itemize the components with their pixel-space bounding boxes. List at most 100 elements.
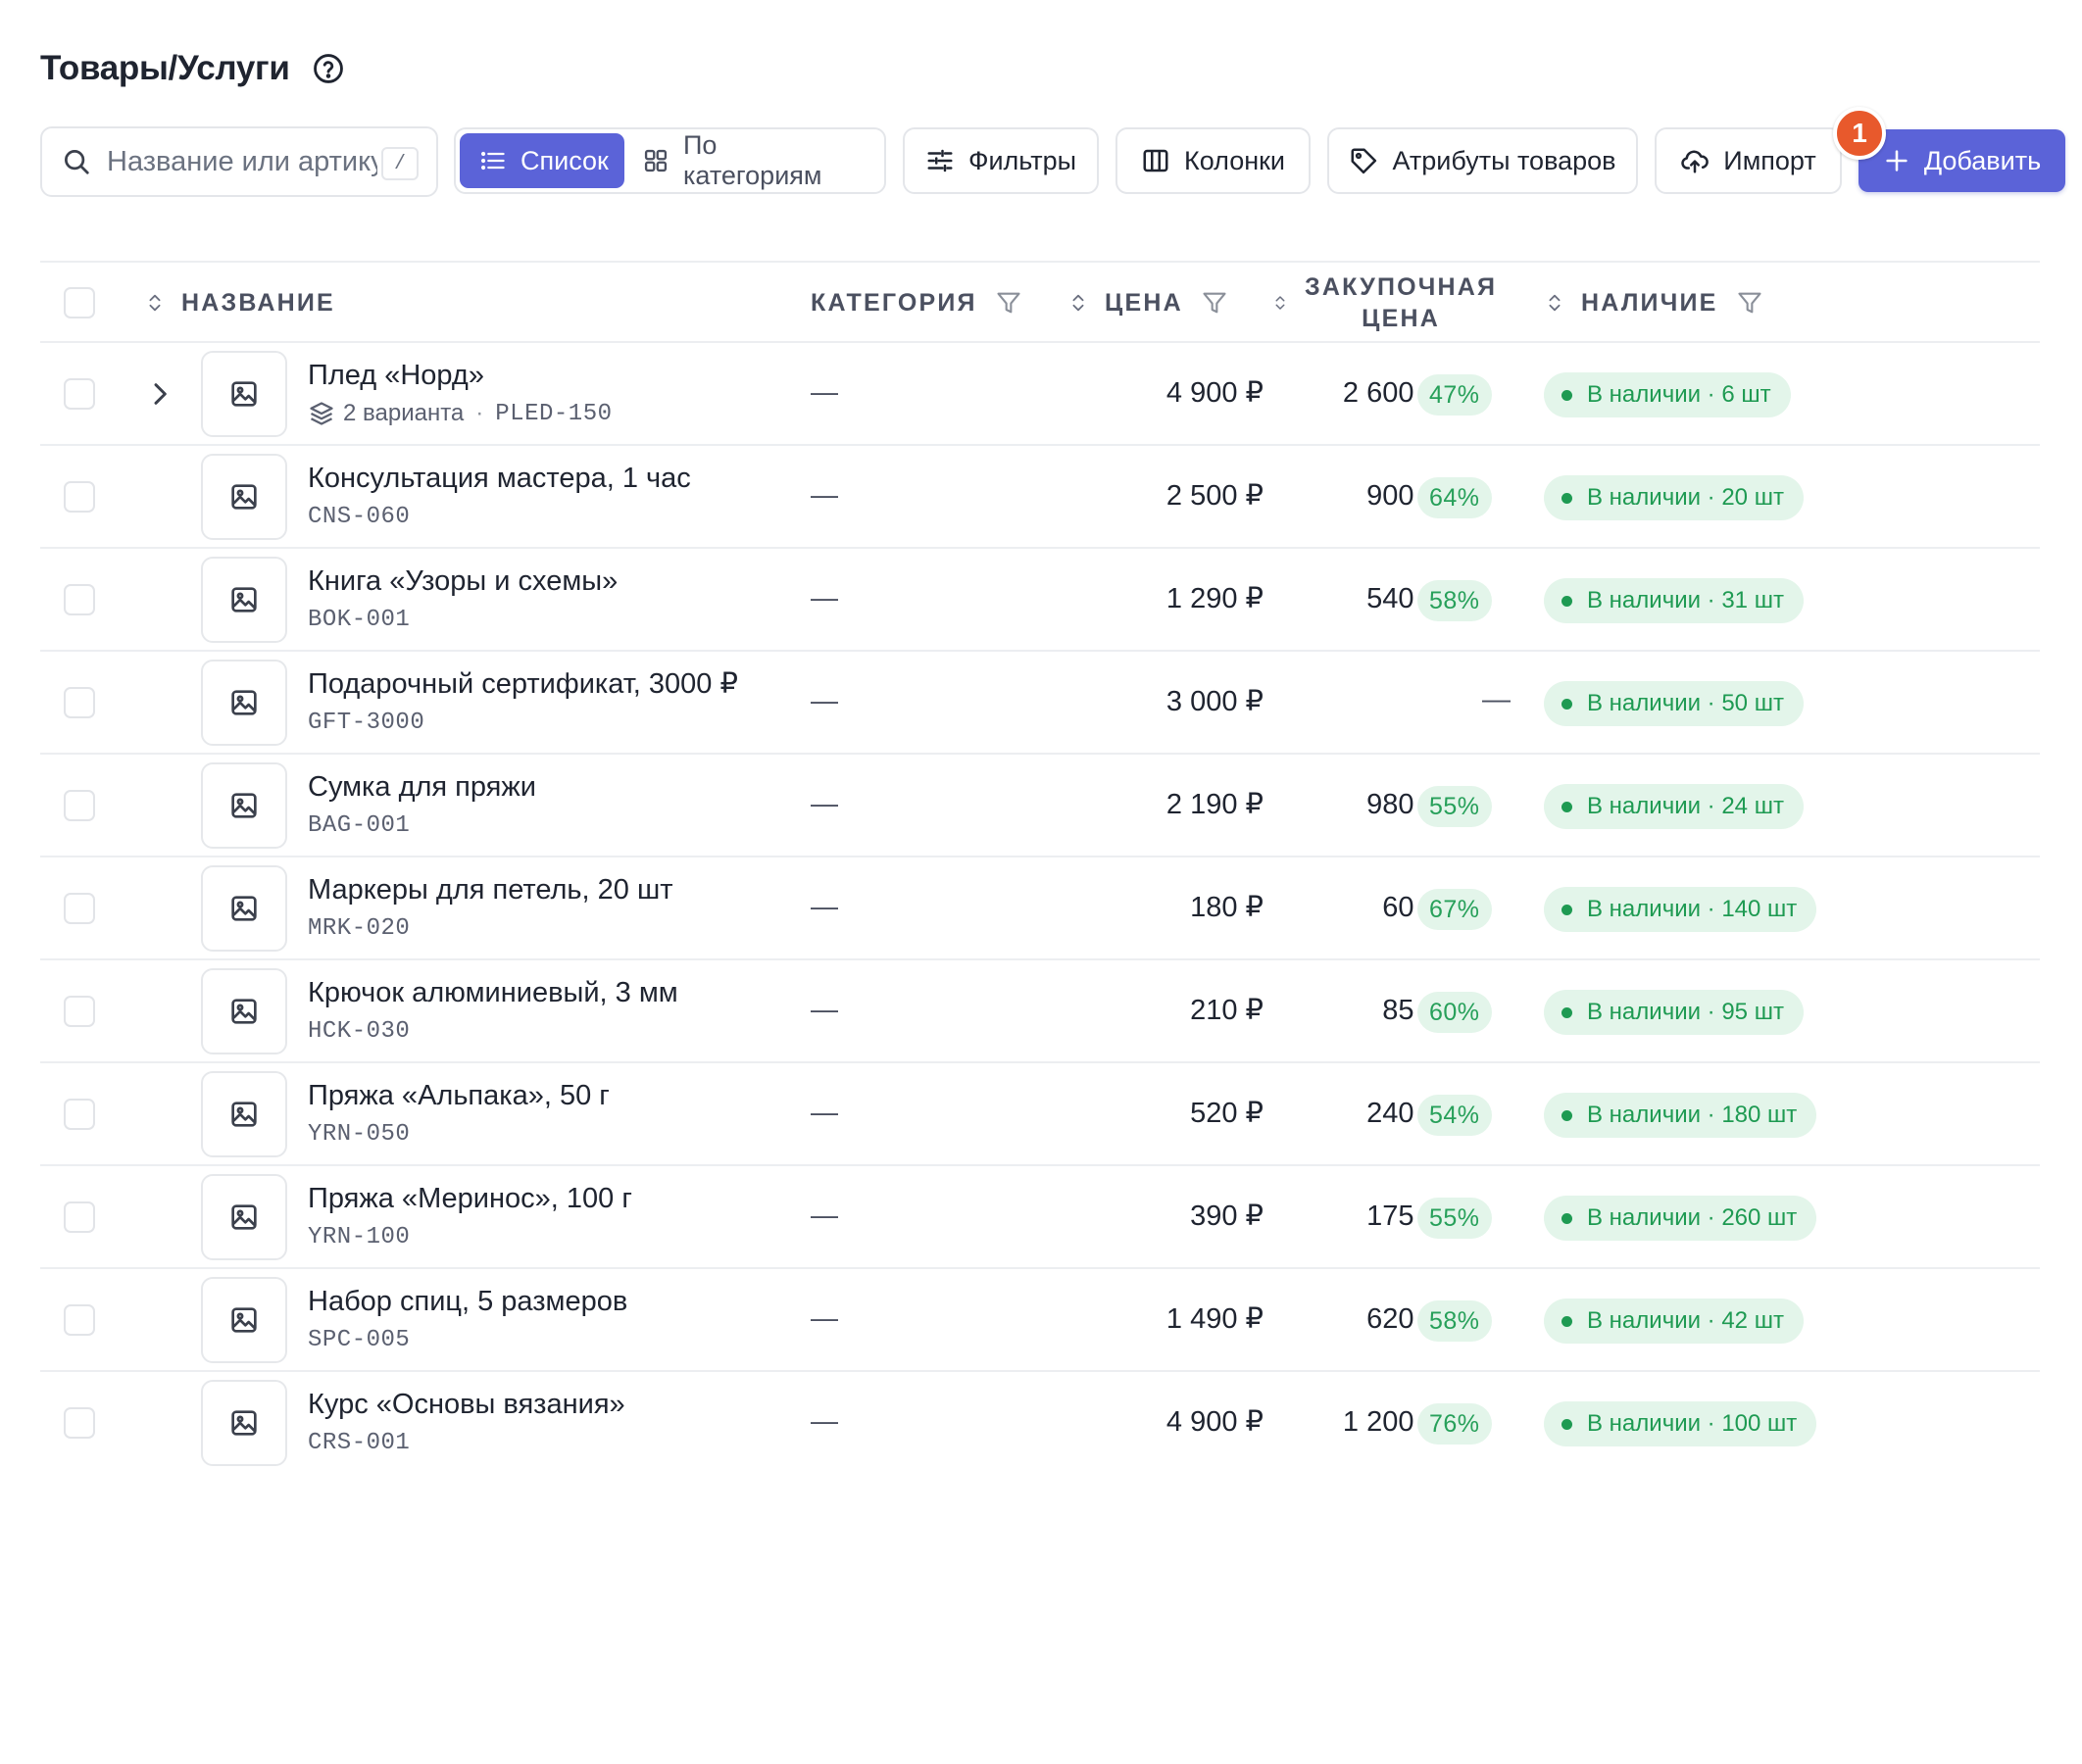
margin-badge: 58%	[1417, 580, 1492, 621]
product-subline: 2 варианта · PLED-150	[308, 398, 613, 429]
row-checkbox[interactable]	[64, 1304, 95, 1336]
view-categories-button[interactable]: По категориям	[624, 130, 880, 190]
help-icon[interactable]	[312, 52, 345, 85]
product-subline: BAG-001	[308, 809, 536, 841]
funnel-icon[interactable]	[995, 289, 1022, 317]
margin-badge: 55%	[1417, 786, 1492, 827]
product-subline: CNS-060	[308, 501, 691, 532]
row-checkbox[interactable]	[64, 687, 95, 718]
add-button[interactable]: Добавить	[1859, 129, 2065, 192]
row-checkbox[interactable]	[64, 893, 95, 924]
product-name[interactable]: Курс «Основы вязания»	[308, 1386, 625, 1423]
product-name-block: Подарочный сертификат, 3000 ₽ GFT-3000	[308, 665, 738, 738]
row-checkbox[interactable]	[64, 1201, 95, 1233]
row-checkbox[interactable]	[64, 378, 95, 410]
row-checkbox[interactable]	[64, 481, 95, 513]
product-subline: CRS-001	[308, 1427, 625, 1458]
product-thumbnail[interactable]	[201, 762, 287, 849]
column-header-price[interactable]: ЦЕНА	[1067, 263, 1228, 343]
row-checkbox[interactable]	[64, 1099, 95, 1130]
row-checkbox[interactable]	[64, 584, 95, 615]
table-row[interactable]: Маркеры для петель, 20 шт MRK-020 — 180 …	[40, 858, 2040, 960]
product-name[interactable]: Пряжа «Меринос», 100 г	[308, 1180, 632, 1217]
margin-badge: 64%	[1417, 477, 1492, 518]
image-icon	[231, 690, 257, 715]
funnel-icon[interactable]	[1736, 289, 1763, 317]
product-name[interactable]: Пряжа «Альпака», 50 г	[308, 1077, 610, 1114]
stock-label: В наличии · 24 шт	[1587, 793, 1784, 819]
product-thumbnail[interactable]	[201, 454, 287, 540]
product-price: 2 500 ₽	[1165, 480, 1264, 512]
select-all-checkbox[interactable]	[64, 287, 95, 318]
image-icon	[231, 1204, 257, 1230]
separator: ·	[475, 400, 484, 426]
table-header: НАЗВАНИЕ КАТЕГОРИЯ ЦЕНА ЗАКУПОЧНАЯ ЦЕНА …	[40, 261, 2040, 343]
stock-label: В наличии · 140 шт	[1587, 896, 1798, 922]
product-name[interactable]: Подарочный сертификат, 3000 ₽	[308, 665, 738, 703]
product-name[interactable]: Книга «Узоры и схемы»	[308, 563, 618, 600]
columns-button[interactable]: Колонки	[1115, 127, 1311, 194]
product-name[interactable]: Консультация мастера, 1 час	[308, 460, 691, 497]
product-thumbnail[interactable]	[201, 557, 287, 643]
product-thumbnail[interactable]	[201, 1380, 287, 1466]
product-name-block: Курс «Основы вязания» CRS-001	[308, 1386, 625, 1458]
product-thumbnail[interactable]	[201, 1174, 287, 1260]
table-row[interactable]: Крючок алюминиевый, 3 мм HCK-030 — 210 ₽…	[40, 960, 2040, 1063]
table-row[interactable]: Пряжа «Альпака», 50 г YRN-050 — 520 ₽ 24…	[40, 1063, 2040, 1166]
view-list-button[interactable]: Список	[460, 133, 624, 188]
search-input[interactable]	[107, 145, 377, 178]
product-name[interactable]: Сумка для пряжи	[308, 768, 536, 806]
table-row[interactable]: Плед «Норд» 2 варианта · PLED-150 — 4 90…	[40, 343, 2040, 446]
product-thumbnail[interactable]	[201, 1277, 287, 1363]
search-box[interactable]: /	[40, 126, 438, 197]
product-sku: BAG-001	[308, 811, 411, 839]
status-dot	[1562, 1418, 1572, 1430]
stock-badge: В наличии · 20 шт	[1544, 475, 1804, 520]
product-category: —	[811, 1097, 838, 1127]
table-row[interactable]: Консультация мастера, 1 час CNS-060 — 2 …	[40, 446, 2040, 549]
column-header-name[interactable]: НАЗВАНИЕ	[144, 263, 335, 343]
table-row[interactable]: Курс «Основы вязания» CRS-001 — 4 900 ₽ …	[40, 1372, 2040, 1475]
product-thumbnail[interactable]	[201, 865, 287, 952]
table-row[interactable]: Подарочный сертификат, 3000 ₽ GFT-3000 —…	[40, 652, 2040, 755]
funnel-icon[interactable]	[1201, 289, 1228, 317]
image-icon	[231, 793, 257, 818]
product-name[interactable]: Маркеры для петель, 20 шт	[308, 871, 673, 908]
table-row[interactable]: Пряжа «Меринос», 100 г YRN-100 — 390 ₽ 1…	[40, 1166, 2040, 1269]
product-thumbnail[interactable]	[201, 1071, 287, 1157]
product-category: —	[811, 376, 838, 407]
status-dot	[1562, 389, 1572, 401]
stock-badge: В наличии · 95 шт	[1544, 990, 1804, 1035]
image-icon	[231, 381, 257, 407]
row-checkbox[interactable]	[64, 1407, 95, 1439]
table-row[interactable]: Сумка для пряжи BAG-001 — 2 190 ₽ 980 ₽ …	[40, 755, 2040, 858]
product-category: —	[811, 582, 838, 612]
product-name[interactable]: Крючок алюминиевый, 3 мм	[308, 974, 678, 1011]
add-label: Добавить	[1923, 145, 2042, 175]
status-dot	[1562, 698, 1572, 710]
table-row[interactable]: Набор спиц, 5 размеров SPC-005 — 1 490 ₽…	[40, 1269, 2040, 1372]
product-category: —	[811, 891, 838, 921]
column-header-cost[interactable]: ЗАКУПОЧНАЯ ЦЕНА	[1271, 263, 1497, 343]
product-name[interactable]: Плед «Норд»	[308, 357, 613, 394]
import-button[interactable]: Импорт	[1655, 127, 1842, 194]
filters-button[interactable]: Фильтры	[903, 127, 1099, 194]
product-name[interactable]: Набор спиц, 5 размеров	[308, 1283, 627, 1320]
column-header-stock[interactable]: НАЛИЧИЕ	[1544, 263, 1763, 343]
row-checkbox[interactable]	[64, 790, 95, 821]
sort-icon	[1549, 294, 1561, 312]
attributes-button[interactable]: Атрибуты товаров	[1327, 127, 1638, 194]
product-thumbnail[interactable]	[201, 351, 287, 437]
row-checkbox[interactable]	[64, 996, 95, 1027]
product-subline: HCK-030	[308, 1015, 678, 1047]
chevron-right-icon[interactable]	[144, 378, 175, 410]
stock-badge: В наличии · 42 шт	[1544, 1298, 1804, 1344]
column-label-category: КАТЕГОРИЯ	[811, 288, 977, 317]
stock-badge: В наличии · 180 шт	[1544, 1093, 1817, 1138]
product-thumbnail[interactable]	[201, 660, 287, 746]
table-row[interactable]: Книга «Узоры и схемы» BOK-001 — 1 290 ₽ …	[40, 549, 2040, 652]
product-thumbnail[interactable]	[201, 968, 287, 1054]
product-price: 1 290 ₽	[1165, 583, 1264, 614]
variants-count: 2 варианта	[343, 400, 465, 426]
image-icon	[231, 587, 257, 612]
